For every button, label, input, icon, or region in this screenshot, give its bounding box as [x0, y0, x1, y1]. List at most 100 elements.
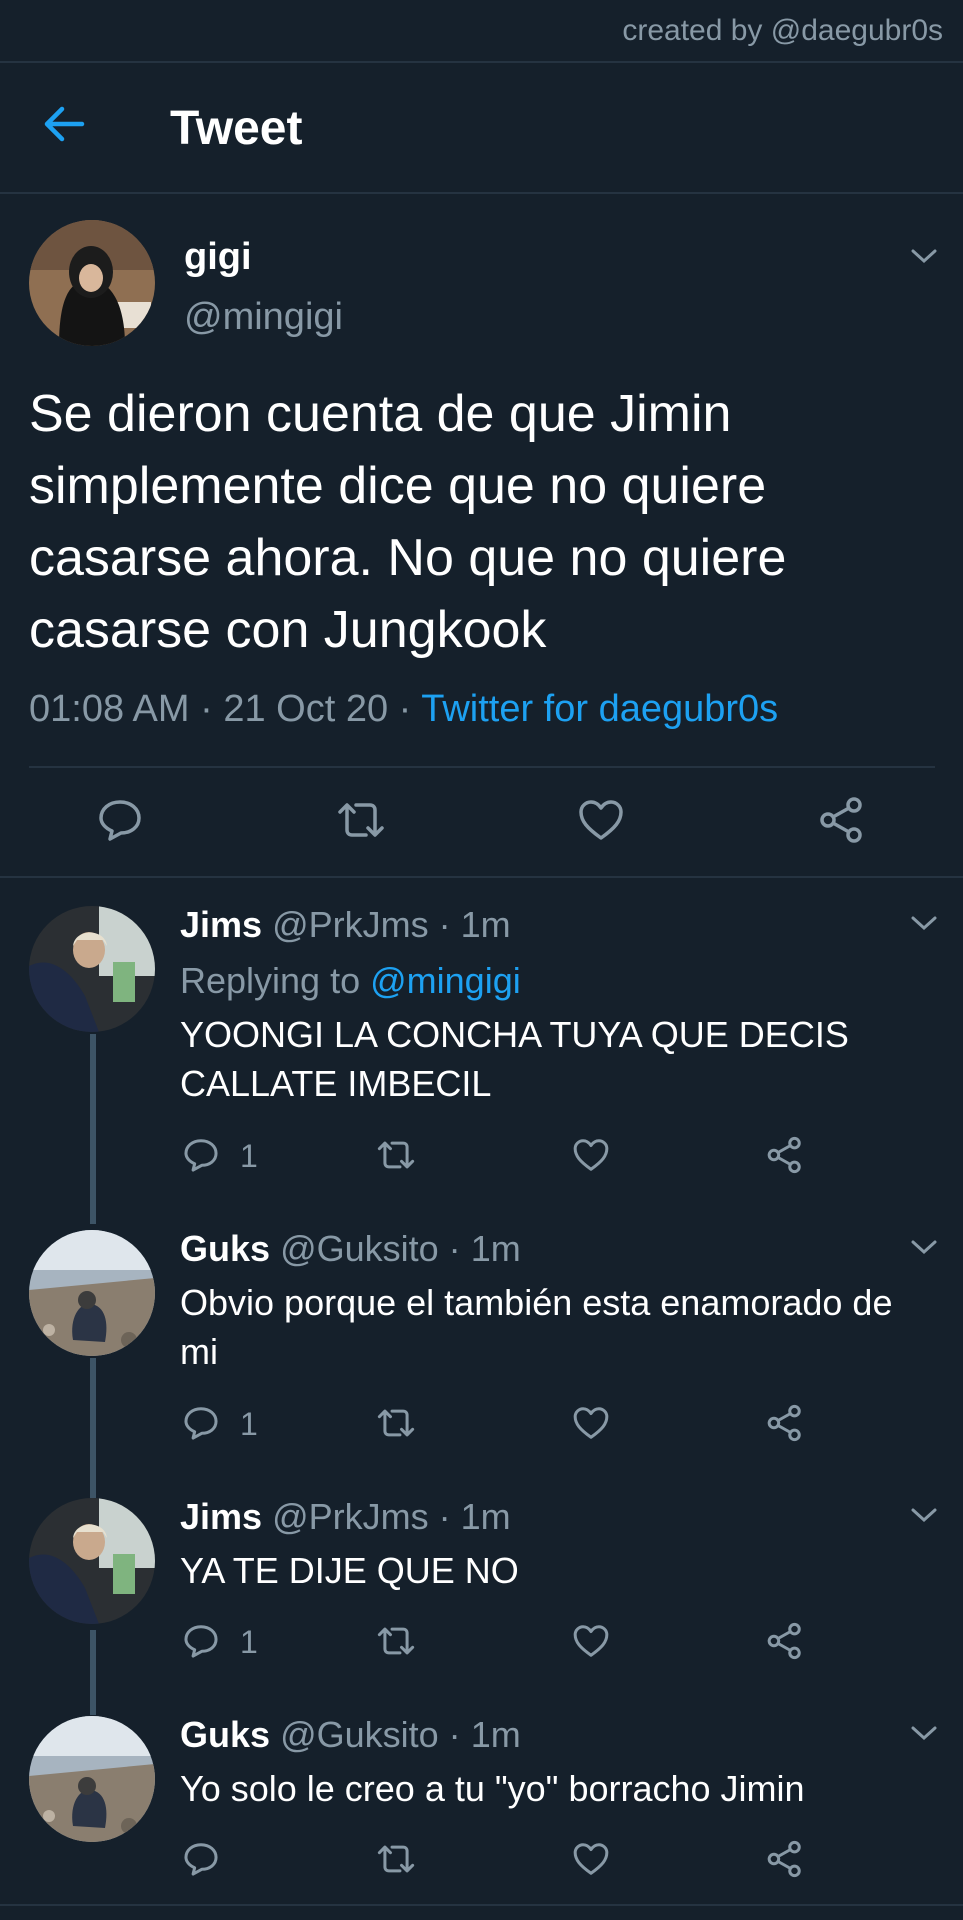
tweet-time: 01:08 AM: [29, 688, 190, 730]
thread-line: [90, 1630, 96, 1715]
reply-header: Guks @Guksito · 1m: [180, 1714, 521, 1756]
meta-separator: ·: [438, 904, 451, 945]
share-button[interactable]: [766, 1622, 804, 1660]
retweet-icon: [377, 1845, 415, 1873]
heart-icon: [573, 1407, 609, 1439]
reply-author-handle[interactable]: @PrkJms: [272, 904, 429, 945]
retweet-icon: [377, 1409, 415, 1437]
reply-count: 1: [240, 1624, 258, 1660]
heart-icon: [579, 800, 623, 840]
reply-count: 1: [240, 1138, 258, 1174]
reply-button[interactable]: [182, 1404, 220, 1442]
retweet-icon: [377, 1141, 415, 1169]
reply-author-handle[interactable]: @Guksito: [280, 1228, 439, 1269]
reply-button[interactable]: [182, 1840, 220, 1878]
heart-icon: [573, 1843, 609, 1875]
speech-bubble-icon: [184, 1625, 218, 1658]
meta-separator: ·: [200, 688, 213, 730]
share-button[interactable]: [766, 1840, 804, 1878]
like-button[interactable]: [577, 796, 625, 844]
avatar[interactable]: [29, 1230, 155, 1356]
author-name[interactable]: gigi: [184, 236, 252, 279]
retweet-icon: [338, 803, 384, 837]
share-icon: [767, 1404, 801, 1442]
meta-separator: ·: [438, 1496, 451, 1537]
reply-time: 1m: [460, 1496, 511, 1537]
share-button[interactable]: [766, 1404, 804, 1442]
reply-text: YOONGI LA CONCHA TUYA QUE DECIS CALLATE …: [180, 1014, 849, 1104]
like-button[interactable]: [572, 1404, 610, 1442]
replying-label: Replying to: [180, 960, 361, 1001]
chevron-down-icon[interactable]: [910, 1238, 938, 1256]
reply-text: Obvio porque el también esta enamorado d…: [180, 1282, 893, 1372]
reply-text: YA TE DIJE QUE NO: [180, 1550, 519, 1591]
reply-button[interactable]: [96, 796, 144, 844]
like-button[interactable]: [572, 1840, 610, 1878]
retweet-button[interactable]: [334, 796, 388, 844]
avatar[interactable]: [29, 906, 155, 1032]
share-icon: [820, 797, 862, 843]
page-title: Tweet: [170, 102, 303, 155]
reply-author-handle[interactable]: @Guksito: [280, 1714, 439, 1755]
speech-bubble-icon: [99, 800, 141, 841]
reply-time: 1m: [470, 1228, 521, 1269]
meta-separator: ·: [398, 688, 412, 730]
reply-author-name[interactable]: Guks: [180, 1228, 270, 1269]
share-icon: [767, 1622, 801, 1660]
thread-line: [90, 1034, 96, 1224]
like-button[interactable]: [572, 1136, 610, 1174]
like-button[interactable]: [572, 1622, 610, 1660]
back-arrow-icon[interactable]: [42, 102, 86, 146]
retweet-button[interactable]: [374, 1622, 418, 1660]
reply-count: 1: [240, 1406, 258, 1442]
retweet-icon: [377, 1627, 415, 1655]
share-button[interactable]: [766, 1136, 804, 1174]
divider: [0, 876, 963, 878]
reply-time: 1m: [470, 1714, 521, 1755]
tweet-meta: 01:08 AM · 21 Oct 20 · Twitter for daegu…: [29, 688, 778, 731]
chevron-down-icon[interactable]: [910, 1724, 938, 1742]
credit-watermark: created by @daegubr0s: [622, 14, 943, 47]
heart-icon: [573, 1139, 609, 1171]
speech-bubble-icon: [184, 1843, 218, 1876]
meta-separator: ·: [448, 1228, 461, 1269]
reply-time: 1m: [460, 904, 511, 945]
thread-line: [90, 1358, 96, 1498]
avatar[interactable]: [29, 1716, 155, 1842]
replying-to-link[interactable]: @mingigi: [370, 960, 521, 1001]
retweet-button[interactable]: [374, 1136, 418, 1174]
author-handle[interactable]: @mingigi: [184, 296, 343, 339]
reply-button[interactable]: [182, 1136, 220, 1174]
reply-author-handle[interactable]: @PrkJms: [272, 1496, 429, 1537]
reply-button[interactable]: [182, 1622, 220, 1660]
share-icon: [767, 1136, 801, 1174]
reply-author-name[interactable]: Guks: [180, 1714, 270, 1755]
replying-to: Replying to @mingigi: [180, 960, 521, 1002]
share-button[interactable]: [818, 796, 866, 844]
divider: [29, 766, 935, 768]
divider: [0, 1904, 963, 1906]
avatar[interactable]: [29, 1498, 155, 1624]
reply-author-name[interactable]: Jims: [180, 904, 262, 945]
reply-header: Guks @Guksito · 1m: [180, 1228, 521, 1270]
reply-header: Jims @PrkJms · 1m: [180, 904, 511, 946]
retweet-button[interactable]: [374, 1840, 418, 1878]
speech-bubble-icon: [184, 1139, 218, 1172]
chevron-down-icon[interactable]: [910, 914, 938, 932]
meta-separator: ·: [448, 1714, 461, 1755]
heart-icon: [573, 1625, 609, 1657]
reply-text: Yo solo le creo a tu "yo" borracho Jimin: [180, 1768, 805, 1809]
reply-author-name[interactable]: Jims: [180, 1496, 262, 1537]
reply-header: Jims @PrkJms · 1m: [180, 1496, 511, 1538]
avatar[interactable]: [29, 220, 155, 346]
divider: [0, 192, 963, 194]
chevron-down-icon[interactable]: [910, 247, 938, 265]
tweet-text: Se dieron cuenta de que Jimin simplement…: [29, 385, 787, 659]
tweet-date: 21 Oct 20: [223, 688, 389, 730]
speech-bubble-icon: [184, 1407, 218, 1440]
share-icon: [767, 1840, 801, 1878]
retweet-button[interactable]: [374, 1404, 418, 1442]
tweet-source-link[interactable]: Twitter for daegubr0s: [421, 688, 778, 730]
chevron-down-icon[interactable]: [910, 1506, 938, 1524]
top-bar: Tweet: [0, 62, 963, 192]
